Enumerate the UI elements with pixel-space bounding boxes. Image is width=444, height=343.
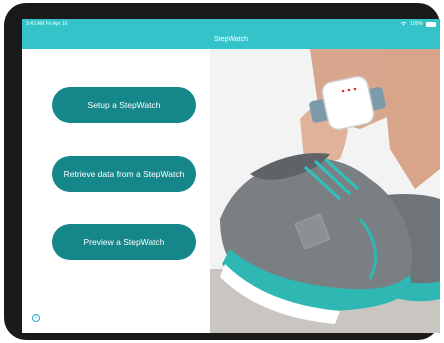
status-time: 9:43 AM [26, 21, 45, 27]
setup-stepwatch-button[interactable]: Setup a StepWatch [52, 87, 196, 123]
status-bar: 9:43 AM Fri Apr 16 100% [22, 19, 440, 29]
page-title: StepWatch [214, 35, 248, 43]
tablet-frame: 9:43 AM Fri Apr 16 100% StepWatch Setup … [4, 3, 440, 340]
status-date: Fri Apr 16 [45, 21, 68, 27]
retrieve-data-button[interactable]: Retrieve data from a StepWatch [52, 156, 196, 192]
wifi-icon [400, 21, 407, 28]
status-right: 100% [400, 21, 436, 28]
info-icon[interactable]: i [32, 314, 40, 322]
app-screen: 9:43 AM Fri Apr 16 100% StepWatch Setup … [22, 19, 440, 333]
status-left: 9:43 AM Fri Apr 16 [26, 21, 67, 27]
battery-percent: 100% [410, 21, 423, 27]
preview-stepwatch-button[interactable]: Preview a StepWatch [52, 224, 196, 260]
ankle-sensor-photo [210, 49, 440, 333]
nav-bar: StepWatch [22, 29, 440, 49]
battery-icon [426, 21, 436, 27]
